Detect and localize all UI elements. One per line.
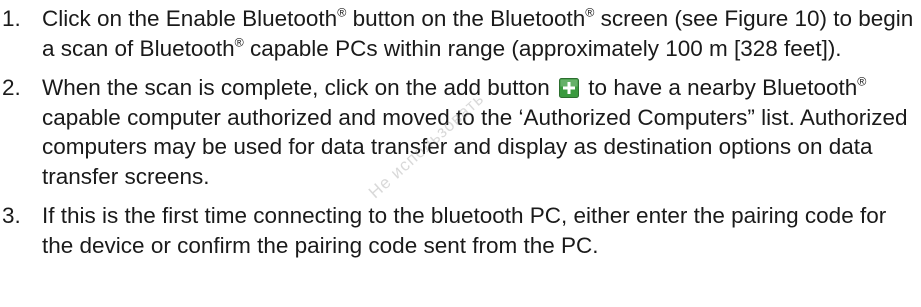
step-text: If this is the first time connecting to … xyxy=(42,201,921,260)
registered-mark: ® xyxy=(857,74,867,89)
registered-mark: ® xyxy=(234,35,244,50)
registered-mark: ® xyxy=(337,5,347,20)
step-text: When the scan is complete, click on the … xyxy=(42,73,921,191)
text-run: to have a nearby Bluetooth xyxy=(582,75,858,100)
registered-mark: ® xyxy=(585,5,595,20)
text-run: capable PCs within range (approximately … xyxy=(243,35,842,61)
step-number: 3. xyxy=(2,203,21,228)
text-run: If this is the first time connecting to … xyxy=(42,203,887,258)
add-button-icon xyxy=(559,78,580,98)
instruction-steps-list: 1. Click on the Enable Bluetooth® button… xyxy=(0,4,921,260)
step-number: 2. xyxy=(2,75,21,100)
step-text: Click on the Enable Bluetooth® button on… xyxy=(42,4,921,63)
text-run: Click on the Enable Bluetooth xyxy=(42,6,338,31)
step-number: 1. xyxy=(2,6,21,31)
text-run: button on the Bluetooth xyxy=(346,6,586,31)
step-2: 2. When the scan is complete, click on t… xyxy=(0,73,921,191)
step-1: 1. Click on the Enable Bluetooth® button… xyxy=(0,4,921,63)
text-run: When the scan is complete, click on the … xyxy=(42,75,557,100)
text-run: capable computer authorized and moved to… xyxy=(42,104,908,189)
step-3: 3. If this is the first time connecting … xyxy=(0,201,921,260)
